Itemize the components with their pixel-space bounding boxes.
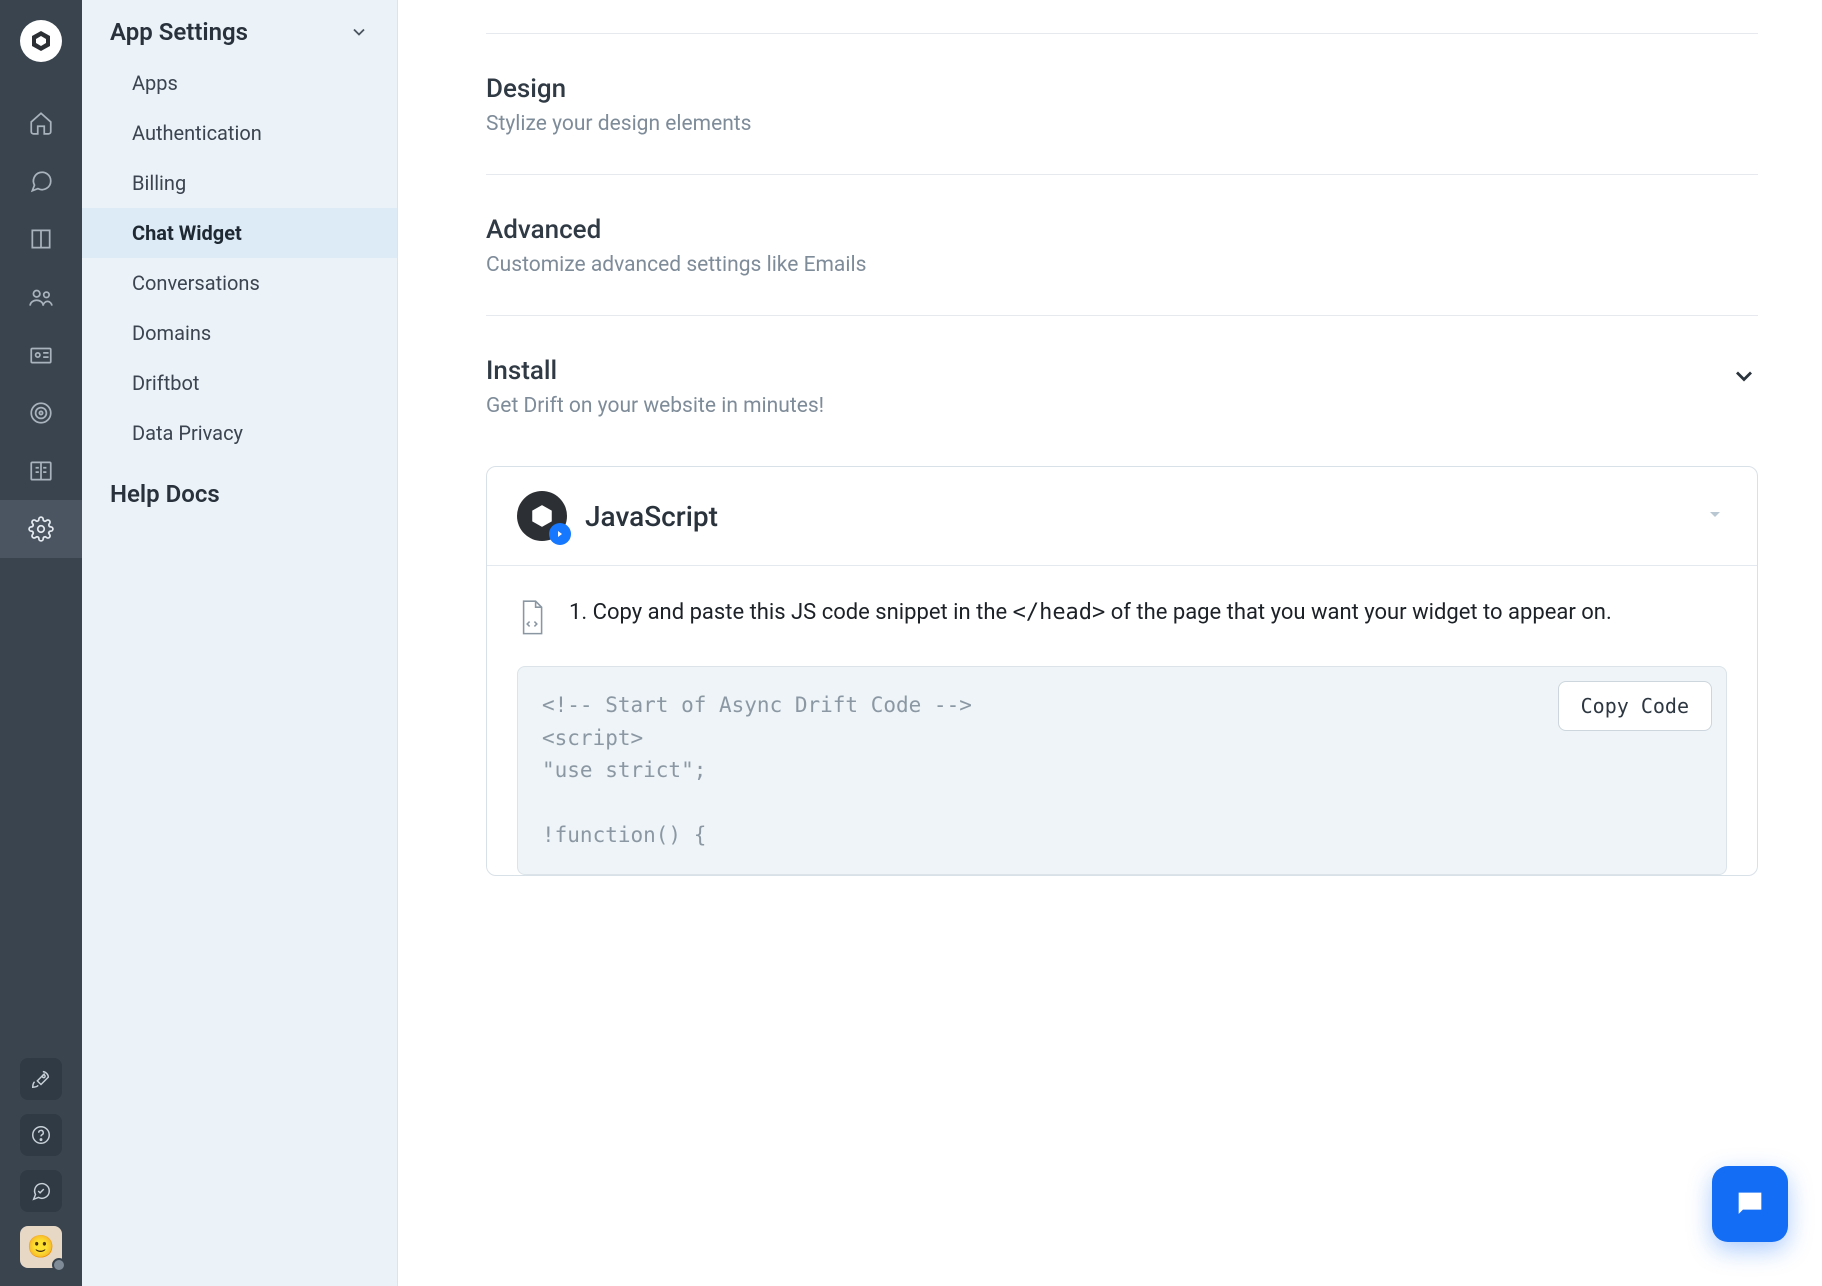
sidebar-item-chat-widget[interactable]: Chat Widget bbox=[82, 208, 397, 258]
nav-settings[interactable] bbox=[0, 500, 82, 558]
sidebar-item-driftbot[interactable]: Driftbot bbox=[82, 358, 397, 408]
card-title: JavaScript bbox=[585, 500, 718, 533]
section-title: Install bbox=[486, 356, 1730, 386]
chevron-down-icon bbox=[1730, 362, 1758, 390]
nav-playbooks[interactable] bbox=[0, 210, 82, 268]
section-design[interactable]: Design Stylize your design elements bbox=[486, 34, 1758, 175]
main-content: Design Stylize your design elements Adva… bbox=[398, 0, 1822, 1286]
icon-rail: 🙂 bbox=[0, 0, 82, 1286]
nav-accounts[interactable] bbox=[0, 326, 82, 384]
chevron-down-icon bbox=[349, 22, 369, 42]
app-logo[interactable] bbox=[20, 20, 62, 62]
card-header[interactable]: JavaScript bbox=[487, 467, 1757, 566]
section-install: Install Get Drift on your website in min… bbox=[486, 316, 1758, 914]
rail-rocket-button[interactable] bbox=[20, 1058, 62, 1100]
nav-reports[interactable] bbox=[0, 442, 82, 500]
section-subtitle: Stylize your design elements bbox=[486, 112, 1758, 136]
file-code-icon bbox=[517, 600, 547, 636]
nav-conversations[interactable] bbox=[0, 152, 82, 210]
sidebar-header-label: App Settings bbox=[110, 18, 248, 46]
sidebar-item-data-privacy[interactable]: Data Privacy bbox=[82, 408, 397, 458]
install-step-text: 1. Copy and paste this JS code snippet i… bbox=[569, 596, 1612, 629]
rail-approve-button[interactable] bbox=[20, 1170, 62, 1212]
presence-indicator bbox=[52, 1258, 66, 1272]
user-avatar[interactable]: 🙂 bbox=[20, 1226, 62, 1268]
section-title: Design bbox=[486, 74, 1758, 104]
rail-help-button[interactable] bbox=[20, 1114, 62, 1156]
code-snippet-text: <!-- Start of Async Drift Code --> <scri… bbox=[542, 693, 972, 847]
nav-contacts[interactable] bbox=[0, 268, 82, 326]
javascript-badge-icon bbox=[517, 491, 567, 541]
nav-campaigns[interactable] bbox=[0, 384, 82, 442]
sidebar-item-authentication[interactable]: Authentication bbox=[82, 108, 397, 158]
section-advanced[interactable]: Advanced Customize advanced settings lik… bbox=[486, 175, 1758, 316]
chat-fab[interactable] bbox=[1712, 1166, 1788, 1242]
section-title: Advanced bbox=[486, 215, 1758, 245]
sidebar-section-help-docs[interactable]: Help Docs bbox=[82, 458, 397, 518]
sidebar-item-domains[interactable]: Domains bbox=[82, 308, 397, 358]
section-subtitle: Get Drift on your website in minutes! bbox=[486, 394, 1730, 418]
nav-home[interactable] bbox=[0, 94, 82, 152]
code-snippet-box[interactable]: Copy Code <!-- Start of Async Drift Code … bbox=[517, 666, 1727, 875]
section-divider-top bbox=[486, 0, 1758, 34]
sidebar-item-apps[interactable]: Apps bbox=[82, 58, 397, 108]
install-js-card: JavaScript 1. Copy and paste this JS cod… bbox=[486, 466, 1758, 876]
sidebar-item-conversations[interactable]: Conversations bbox=[82, 258, 397, 308]
sidebar-header-app-settings[interactable]: App Settings bbox=[82, 4, 397, 58]
section-subtitle: Customize advanced settings like Emails bbox=[486, 253, 1758, 277]
copy-code-button[interactable]: Copy Code bbox=[1558, 681, 1712, 731]
sidebar-item-billing[interactable]: Billing bbox=[82, 158, 397, 208]
chevron-down-icon bbox=[1703, 502, 1727, 530]
settings-sidebar: App Settings Apps Authentication Billing… bbox=[82, 0, 398, 1286]
install-header[interactable]: Install Get Drift on your website in min… bbox=[486, 356, 1758, 418]
install-step-1: 1. Copy and paste this JS code snippet i… bbox=[517, 596, 1727, 636]
